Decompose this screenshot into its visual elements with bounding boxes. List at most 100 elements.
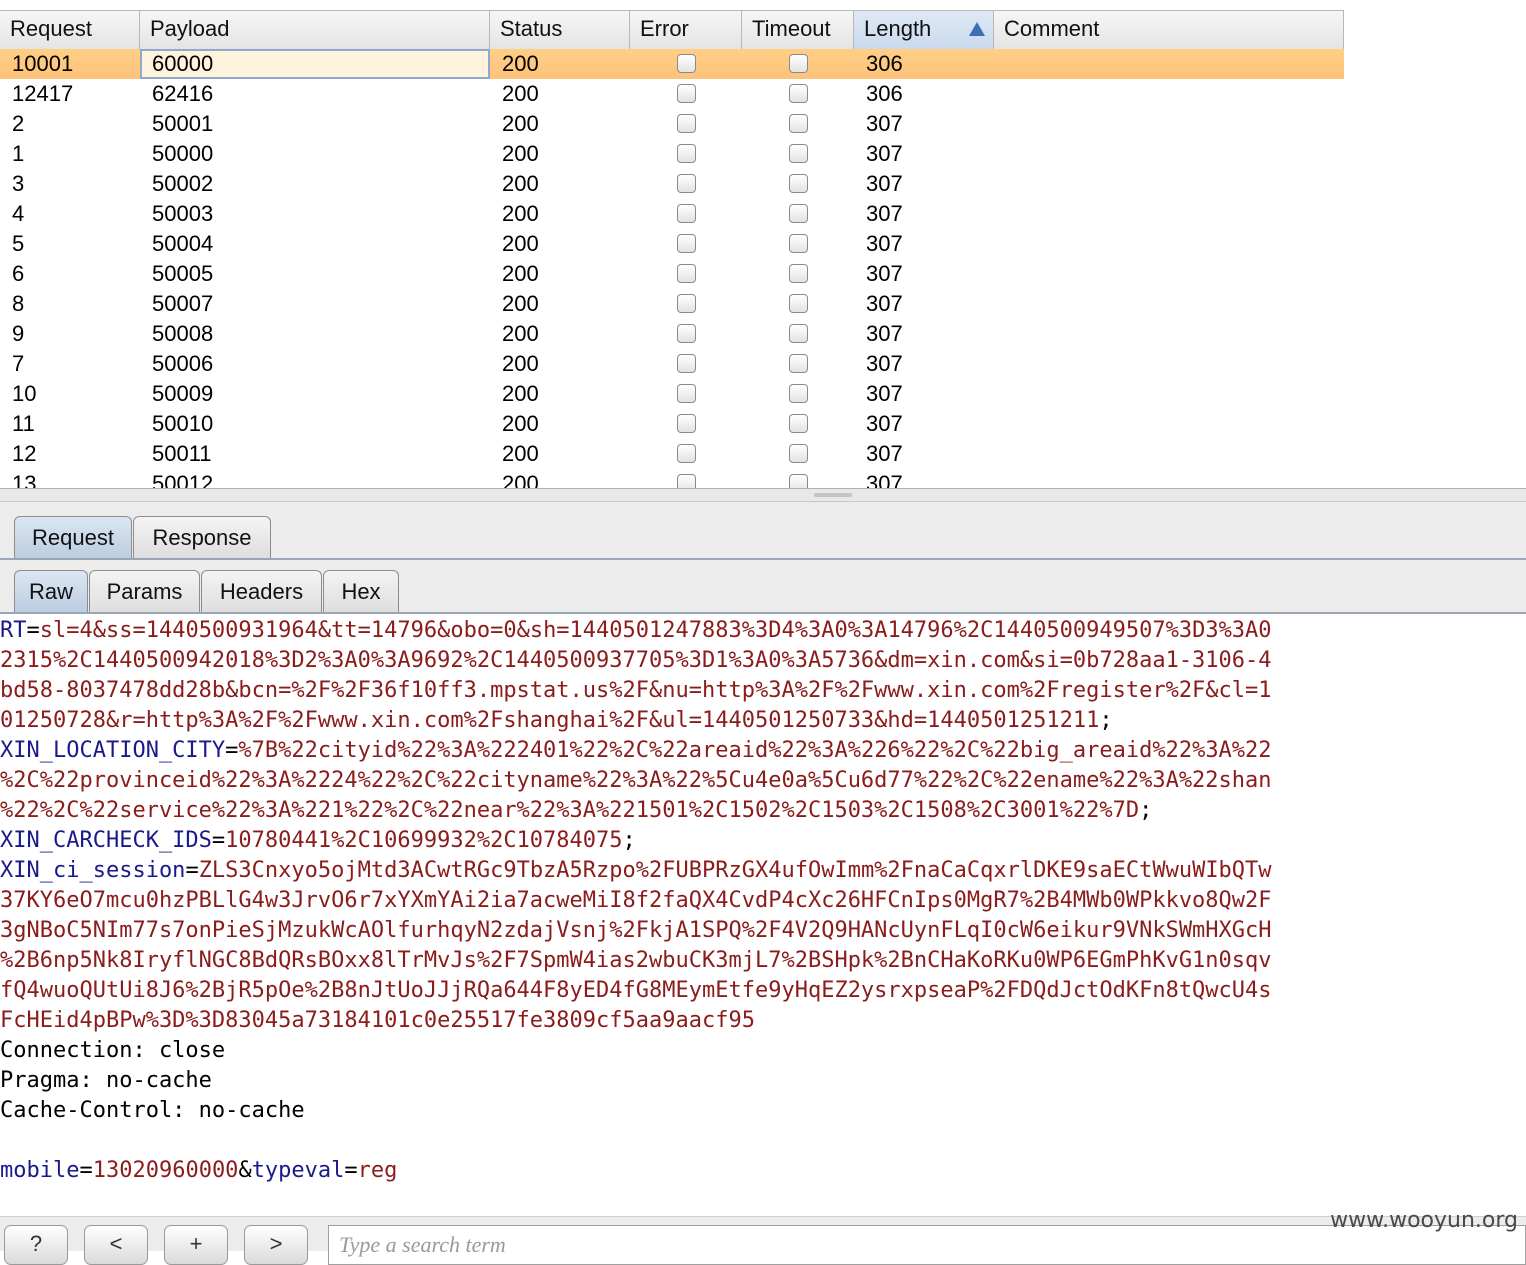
error-checkbox[interactable] — [677, 84, 696, 103]
timeout-checkbox[interactable] — [789, 264, 808, 283]
column-header-length-label: Length — [864, 16, 932, 41]
timeout-checkbox[interactable] — [789, 474, 808, 488]
table-row[interactable]: 9 50008 200 307 — [0, 319, 1526, 349]
raw-line: 2315%2C1440500942018%3D2%3A0%3A9692%2C14… — [0, 646, 1526, 676]
timeout-checkbox[interactable] — [789, 294, 808, 313]
cell-request: 10001 — [12, 51, 74, 76]
timeout-checkbox[interactable] — [789, 54, 808, 73]
cell-status: 200 — [502, 231, 539, 256]
table-row[interactable]: 11 50010 200 307 — [0, 409, 1526, 439]
raw-text: = — [79, 1158, 93, 1183]
message-tabbar: Request Response — [0, 502, 1526, 560]
timeout-checkbox[interactable] — [789, 444, 808, 463]
error-checkbox[interactable] — [677, 384, 696, 403]
table-row[interactable]: 2 50001 200 307 — [0, 109, 1526, 139]
timeout-checkbox[interactable] — [789, 324, 808, 343]
cell-length: 307 — [866, 321, 903, 346]
table-row[interactable]: 13 50012 200 307 — [0, 469, 1526, 488]
cell-request: 3 — [12, 171, 25, 196]
search-bar: ? < + > — [0, 1216, 1526, 1265]
cell-status: 200 — [502, 81, 539, 106]
cell-status: 200 — [502, 471, 539, 488]
error-checkbox[interactable] — [677, 324, 696, 343]
column-header-length[interactable]: Length — [854, 11, 994, 49]
raw-text: ; — [1099, 708, 1113, 733]
table-row[interactable]: 6 50005 200 307 — [0, 259, 1526, 289]
raw-request-editor[interactable]: RT=sl=4&ss=1440500931964&tt=14796&obo=0&… — [0, 616, 1526, 1216]
error-checkbox[interactable] — [677, 54, 696, 73]
raw-text: Pragma: no-cache — [0, 1068, 212, 1093]
error-checkbox[interactable] — [677, 204, 696, 223]
tab-params[interactable]: Params — [89, 570, 200, 612]
table-row[interactable]: 10001 60000 200 306 — [0, 49, 1344, 79]
column-header-comment[interactable]: Comment — [994, 11, 1344, 49]
timeout-checkbox[interactable] — [789, 414, 808, 433]
help-button[interactable]: ? — [4, 1225, 68, 1265]
raw-text: ; — [1139, 798, 1153, 823]
column-header-timeout[interactable]: Timeout — [742, 11, 854, 49]
timeout-checkbox[interactable] — [789, 174, 808, 193]
timeout-checkbox[interactable] — [789, 354, 808, 373]
tab-raw[interactable]: Raw — [14, 570, 88, 612]
error-checkbox[interactable] — [677, 444, 696, 463]
timeout-checkbox[interactable] — [789, 84, 808, 103]
error-checkbox[interactable] — [677, 354, 696, 373]
raw-line: bd58-8037478dd28b&bcn=%2F%2F36f10ff3.mps… — [0, 676, 1526, 706]
raw-line — [0, 1126, 1526, 1156]
raw-line: 37KY6eO7mcu0hzPBLlG4w3JrvO6r7xYXmYAi2ia7… — [0, 886, 1526, 916]
error-checkbox[interactable] — [677, 234, 696, 253]
timeout-checkbox[interactable] — [789, 234, 808, 253]
table-row[interactable]: 7 50006 200 307 — [0, 349, 1526, 379]
table-row[interactable]: 10 50009 200 307 — [0, 379, 1526, 409]
cell-payload: 50005 — [152, 261, 214, 286]
error-checkbox[interactable] — [677, 144, 696, 163]
cell-length: 306 — [866, 51, 903, 76]
param-value: %2C%22provinceid%22%3A%2224%22%2C%22city… — [0, 768, 1272, 793]
error-checkbox[interactable] — [677, 264, 696, 283]
previous-match-button[interactable]: < — [84, 1225, 148, 1265]
cell-length: 307 — [866, 111, 903, 136]
error-checkbox[interactable] — [677, 414, 696, 433]
cell-length: 307 — [866, 261, 903, 286]
table-row[interactable]: 3 50002 200 307 — [0, 169, 1526, 199]
cell-payload: 50009 — [152, 381, 214, 406]
pane-splitter[interactable] — [0, 488, 1526, 502]
cell-status: 200 — [502, 141, 539, 166]
timeout-checkbox[interactable] — [789, 144, 808, 163]
param-value: bd58-8037478dd28b&bcn=%2F%2F36f10ff3.mps… — [0, 678, 1272, 703]
tab-headers[interactable]: Headers — [201, 570, 322, 612]
column-header-error[interactable]: Error — [630, 11, 742, 49]
error-checkbox[interactable] — [677, 294, 696, 313]
table-row[interactable]: 12417 62416 200 306 — [0, 79, 1526, 109]
error-checkbox[interactable] — [677, 474, 696, 488]
tab-response[interactable]: Response — [133, 516, 271, 558]
error-checkbox[interactable] — [677, 114, 696, 133]
tab-hex[interactable]: Hex — [323, 570, 399, 612]
add-button[interactable]: + — [164, 1225, 228, 1265]
cell-status: 200 — [502, 171, 539, 196]
cell-payload: 62416 — [152, 81, 214, 106]
timeout-checkbox[interactable] — [789, 384, 808, 403]
tab-request[interactable]: Request — [14, 516, 132, 558]
timeout-checkbox[interactable] — [789, 114, 808, 133]
results-table: Request Payload Status Error Timeout Len… — [0, 0, 1526, 488]
raw-text: = — [185, 858, 199, 883]
raw-text: ; — [622, 828, 636, 853]
next-match-button[interactable]: > — [244, 1225, 308, 1265]
timeout-checkbox[interactable] — [789, 204, 808, 223]
table-row[interactable]: 5 50004 200 307 — [0, 229, 1526, 259]
cell-length: 307 — [866, 381, 903, 406]
cell-payload: 50011 — [152, 441, 212, 466]
table-row[interactable]: 8 50007 200 307 — [0, 289, 1526, 319]
splitter-grip[interactable] — [814, 493, 852, 497]
error-checkbox[interactable] — [677, 174, 696, 193]
column-header-request[interactable]: Request — [0, 11, 140, 49]
raw-text: Connection: close — [0, 1038, 226, 1063]
table-row[interactable]: 12 50011 200 307 — [0, 439, 1526, 469]
column-header-payload[interactable]: Payload — [140, 11, 490, 49]
table-row[interactable]: 4 50003 200 307 — [0, 199, 1526, 229]
column-header-status[interactable]: Status — [490, 11, 630, 49]
raw-text: = — [225, 738, 239, 763]
param-value: reg — [357, 1158, 398, 1183]
table-row[interactable]: 1 50000 200 307 — [0, 139, 1526, 169]
